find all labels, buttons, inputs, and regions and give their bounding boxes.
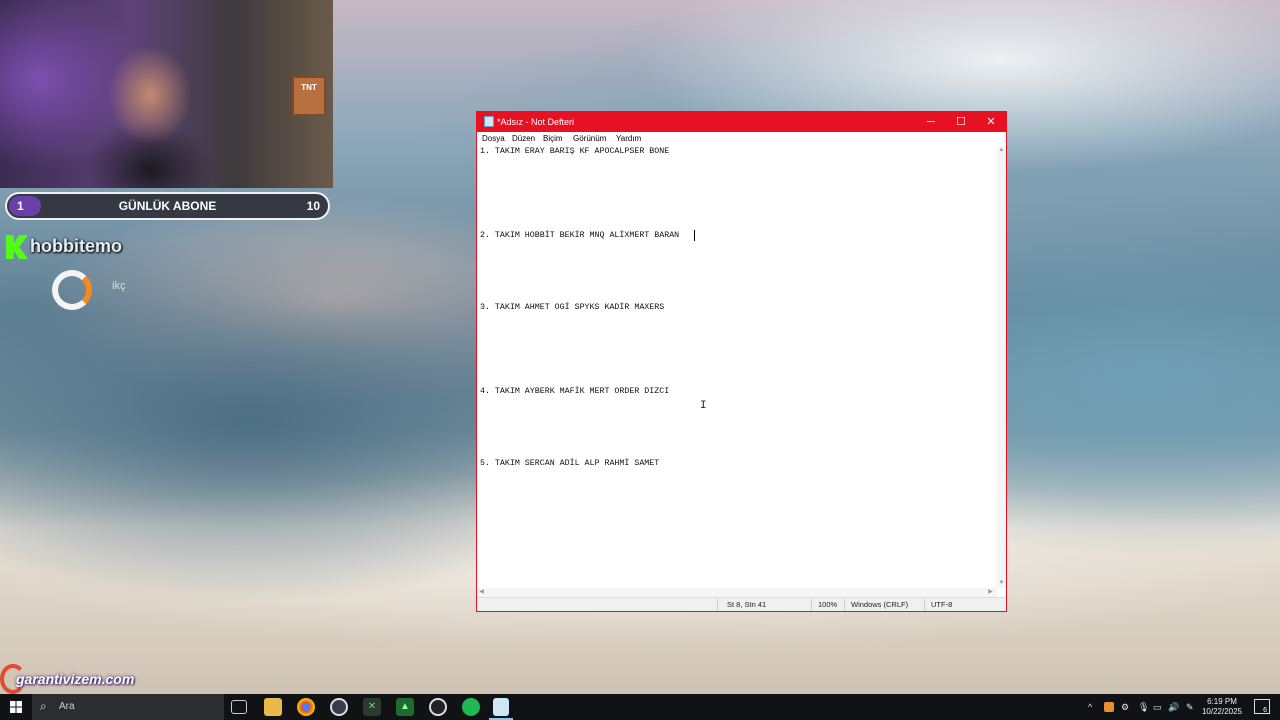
subscriber-goal-bar: GÜNLÜK ABONE 1 10 bbox=[5, 192, 330, 220]
encoding: UTF-8 bbox=[931, 600, 953, 609]
sponsor-banner: garantivizem.com bbox=[0, 664, 142, 694]
menu-bar: Dosya Düzen Biçim Görünüm Yardım bbox=[477, 132, 1006, 146]
tray-overflow-icon[interactable]: ^ bbox=[1088, 694, 1092, 720]
sponsor-ring-icon bbox=[52, 270, 92, 310]
sub-goal-current: 1 bbox=[9, 196, 41, 216]
status-divider bbox=[717, 599, 718, 611]
sub-goal-target: 10 bbox=[306, 199, 320, 213]
scroll-left-icon[interactable]: ◀ bbox=[477, 588, 486, 597]
obs-icon[interactable] bbox=[330, 698, 348, 716]
spotify-icon[interactable] bbox=[462, 698, 480, 716]
search-icon: ⌕ bbox=[40, 699, 47, 713]
task-view-icon[interactable] bbox=[231, 700, 247, 714]
chrome-icon[interactable] bbox=[297, 698, 315, 716]
notepad-window: *Adsız - Not Defteri ─ ☐ ✕ Dosya Düzen B… bbox=[476, 111, 1007, 612]
taskbar: ⌕ Ara ✕ ▲ ^ ⚙ 🎙 ▭ 🔊 ✎ 6:19 PM 10/22/2025… bbox=[0, 694, 1280, 720]
vertical-scrollbar[interactable]: ▲ ▼ bbox=[997, 146, 1006, 588]
windows-icon bbox=[10, 701, 22, 713]
cursor-position: St 8, Stn 41 bbox=[727, 600, 767, 609]
notification-count: 6 bbox=[1263, 707, 1267, 714]
notepad-app-icon bbox=[484, 116, 494, 127]
line-ending: Windows (CRLF) bbox=[851, 600, 909, 609]
title-bar[interactable]: *Adsız - Not Defteri ─ ☐ ✕ bbox=[477, 112, 1006, 132]
notepad-taskbar-icon[interactable] bbox=[493, 698, 509, 716]
editor-line: 4. TAKIM AYBERK MAFİK MERT ORDER DIZCI bbox=[480, 387, 670, 396]
horizontal-scrollbar[interactable]: ◀ ▶ bbox=[477, 588, 997, 597]
menu-bicim[interactable]: Biçim bbox=[543, 134, 563, 143]
taskbar-search[interactable]: ⌕ Ara bbox=[32, 694, 224, 720]
notification-center-icon[interactable]: 6 bbox=[1254, 699, 1270, 714]
minimize-button[interactable]: ─ bbox=[916, 112, 946, 132]
pen-icon[interactable]: ✎ bbox=[1186, 694, 1194, 720]
editor-line: 2. TAKIM HOBBİT BEKİR MNQ ALİXMERT BARAN bbox=[480, 231, 680, 240]
scroll-right-icon[interactable]: ▶ bbox=[986, 588, 995, 597]
editor-line: 1. TAKIM ERAY BARIŞ KF APOCALPSER BONE bbox=[480, 147, 670, 156]
zoom-level: 100% bbox=[818, 600, 838, 609]
tray-settings-icon[interactable]: ⚙ bbox=[1121, 694, 1129, 720]
close-button[interactable]: ✕ bbox=[976, 112, 1006, 132]
ibeam-cursor-icon: I bbox=[700, 400, 707, 412]
maximize-button[interactable]: ☐ bbox=[946, 112, 976, 132]
status-divider bbox=[811, 599, 812, 611]
status-divider bbox=[844, 599, 845, 611]
start-button[interactable] bbox=[0, 694, 32, 720]
status-divider bbox=[924, 599, 925, 611]
text-editor[interactable]: 1. TAKIM ERAY BARIŞ KF APOCALPSER BONE 2… bbox=[477, 146, 997, 588]
volume-icon[interactable]: 🔊 bbox=[1168, 694, 1179, 720]
channel-name: hobbitemo bbox=[30, 236, 122, 256]
sub-goal-title: GÜNLÜK ABONE bbox=[118, 199, 217, 213]
clock-time: 6:19 PM bbox=[1207, 697, 1237, 706]
scroll-down-icon[interactable]: ▼ bbox=[997, 579, 1006, 588]
file-explorer-icon[interactable] bbox=[264, 698, 282, 716]
webcam-feed: TNT bbox=[0, 0, 333, 188]
clock-date: 10/22/2025 bbox=[1201, 707, 1243, 716]
menu-gorunum[interactable]: Görünüm bbox=[573, 134, 606, 143]
menu-duzen[interactable]: Düzen bbox=[512, 134, 535, 143]
tnt-label: TNT bbox=[301, 83, 317, 92]
tray-app-icon[interactable] bbox=[1104, 702, 1114, 712]
menu-yardim[interactable]: Yardım bbox=[616, 134, 641, 143]
xbox-icon[interactable]: ✕ bbox=[363, 698, 381, 716]
window-title: *Adsız - Not Defteri bbox=[497, 117, 575, 127]
network-icon[interactable]: ▭ bbox=[1153, 694, 1162, 720]
tnt-block-prop: TNT bbox=[292, 76, 326, 116]
sponsor-text: ikç bbox=[112, 280, 126, 292]
microphone-icon[interactable]: 🎙 bbox=[1138, 694, 1149, 720]
scroll-up-icon[interactable]: ▲ bbox=[997, 146, 1006, 155]
status-bar: St 8, Stn 41 100% Windows (CRLF) UTF-8 bbox=[477, 597, 1006, 611]
menu-dosya[interactable]: Dosya bbox=[482, 134, 505, 143]
sponsor-brand: garantivizem.com bbox=[16, 671, 135, 687]
editor-line: 5. TAKIM SERCAN ADİL ALP RAHMİ SAMET bbox=[480, 459, 660, 468]
editor-line: 3. TAKIM AHMET OGİ SPYKS KADİR MAXERS bbox=[480, 303, 665, 312]
speed-tool-icon[interactable] bbox=[429, 698, 447, 716]
text-caret bbox=[694, 230, 695, 241]
search-placeholder: Ara bbox=[59, 701, 75, 712]
android-studio-icon[interactable]: ▲ bbox=[396, 698, 414, 716]
taskbar-clock[interactable]: 6:19 PM 10/22/2025 bbox=[1200, 697, 1244, 717]
